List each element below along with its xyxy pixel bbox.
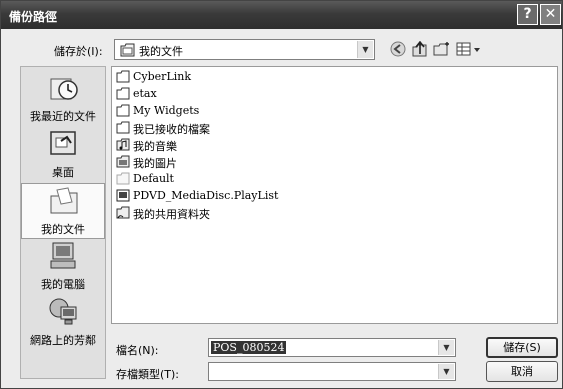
save-button[interactable]: 儲存(S) xyxy=(486,337,558,358)
up-folder-icon[interactable] xyxy=(411,41,429,57)
chevron-down-icon[interactable]: ▼ xyxy=(438,364,454,379)
filename-field[interactable]: POS_080524 ▼ xyxy=(208,338,456,357)
title-bar[interactable]: 備份路徑 ? ✕ xyxy=(1,1,562,29)
file-name: 我的共用資料夾 xyxy=(133,208,210,221)
folder-icon xyxy=(116,121,130,134)
my-computer-icon xyxy=(50,242,76,269)
help-button[interactable]: ? xyxy=(517,4,538,25)
place-my-computer[interactable]: 我的電腦 xyxy=(21,239,105,295)
folder-icon xyxy=(116,87,130,100)
place-my-documents[interactable]: 我的文件 xyxy=(21,183,105,239)
file-name: PDVD_MediaDisc.PlayList xyxy=(133,189,279,202)
save-in-label: 儲存於(I): xyxy=(54,45,103,58)
filename-label: 檔名(N): xyxy=(116,344,159,357)
network-places-icon xyxy=(49,298,77,325)
place-desktop[interactable]: 桌面 xyxy=(21,127,105,183)
place-label: 我最近的文件 xyxy=(30,110,96,123)
view-menu-icon[interactable] xyxy=(456,41,482,57)
folder-icon xyxy=(116,104,130,117)
save-in-value: 我的文件 xyxy=(139,45,183,58)
place-recent-documents[interactable]: 我最近的文件 xyxy=(21,71,105,127)
close-button[interactable]: ✕ xyxy=(540,4,561,25)
new-folder-icon[interactable] xyxy=(433,41,451,57)
place-label: 我的電腦 xyxy=(41,278,85,291)
place-label: 網路上的芳鄰 xyxy=(30,334,96,347)
file-name: CyberLink xyxy=(133,70,192,83)
filetype-label: 存檔類型(T): xyxy=(116,368,180,381)
save-dialog: 備份路徑 ? ✕ 儲存於(I): 我的文件 ▼ 我最近的文件 桌面 我的文件 我… xyxy=(0,0,563,389)
place-label: 桌面 xyxy=(52,166,74,179)
pictures-folder-icon xyxy=(116,155,130,168)
file-name: 我的音樂 xyxy=(133,140,177,153)
place-label: 我的文件 xyxy=(41,223,85,236)
filetype-dropdown[interactable]: ▼ xyxy=(208,362,456,381)
default-folder-icon xyxy=(116,172,130,185)
shared-folder-icon xyxy=(116,206,130,219)
places-bar: 我最近的文件 桌面 我的文件 我的電腦 網路上的芳鄰 xyxy=(20,66,106,379)
recent-documents-icon xyxy=(50,78,78,100)
file-name: etax xyxy=(133,87,157,100)
cancel-button[interactable]: 取消 xyxy=(486,361,558,382)
place-network-places[interactable]: 網路上的芳鄰 xyxy=(21,295,105,351)
documents-folder-icon xyxy=(120,43,135,57)
file-name: 我的圖片 xyxy=(133,157,177,170)
back-icon[interactable] xyxy=(389,41,407,57)
chevron-down-icon[interactable]: ▼ xyxy=(357,41,373,58)
playlist-file-icon xyxy=(116,189,130,202)
music-folder-icon xyxy=(116,138,130,151)
file-list[interactable]: CyberLink etax My Widgets 我已接收的檔案 我的音樂 我… xyxy=(111,66,558,324)
file-name: Default xyxy=(133,172,174,185)
folder-icon xyxy=(116,70,130,83)
filename-value: POS_080524 xyxy=(211,341,287,354)
chevron-down-icon[interactable]: ▼ xyxy=(438,340,454,355)
window-title: 備份路徑 xyxy=(9,10,58,24)
file-name: 我已接收的檔案 xyxy=(133,123,210,136)
file-name: My Widgets xyxy=(133,104,200,117)
my-documents-icon xyxy=(50,187,78,214)
save-in-dropdown[interactable]: 我的文件 ▼ xyxy=(114,39,375,60)
desktop-icon xyxy=(50,131,76,155)
